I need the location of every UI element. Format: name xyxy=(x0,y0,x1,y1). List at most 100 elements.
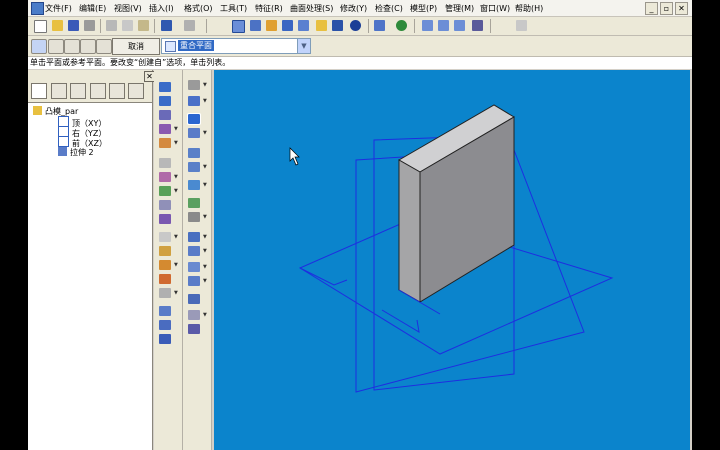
part-icon[interactable] xyxy=(332,20,343,31)
menu-features[interactable]: 特征(R) xyxy=(255,3,283,14)
sweep-icon[interactable] xyxy=(159,274,171,284)
zoom-icon[interactable] xyxy=(438,20,449,31)
variable-icon[interactable] xyxy=(188,324,200,334)
menu-insert[interactable]: 插入(I) xyxy=(149,3,174,14)
dropdown-icon[interactable]: ▼ xyxy=(203,180,207,190)
protrusion-icon[interactable] xyxy=(159,82,171,92)
curve-icon[interactable] xyxy=(188,180,200,190)
cancel-button[interactable]: 取消 xyxy=(112,38,160,55)
tab-variables[interactable] xyxy=(128,83,144,99)
tab-feature-tree[interactable] xyxy=(31,83,47,99)
copy-icon[interactable] xyxy=(122,20,133,31)
constraint-icon[interactable] xyxy=(188,294,200,304)
minimize-button[interactable]: _ xyxy=(645,2,658,15)
dropdown-icon[interactable]: ▼ xyxy=(203,80,207,90)
display-icon[interactable] xyxy=(374,20,385,31)
menu-tools[interactable]: 工具(T) xyxy=(220,3,247,14)
step-3-icon[interactable] xyxy=(64,39,80,54)
coincident-plane-icon[interactable] xyxy=(187,113,201,125)
coordinate-system-icon[interactable] xyxy=(188,162,200,172)
split-icon[interactable] xyxy=(159,288,171,298)
dropdown-icon[interactable]: ▼ xyxy=(203,246,207,256)
fit-icon[interactable] xyxy=(454,20,465,31)
cut-icon[interactable] xyxy=(106,20,117,31)
redo-icon[interactable] xyxy=(184,20,195,31)
point-icon[interactable] xyxy=(188,212,200,222)
view-icon[interactable] xyxy=(282,20,293,31)
surface-icon[interactable] xyxy=(188,198,200,208)
dropdown-icon[interactable]: ▼ xyxy=(174,138,178,148)
family-icon[interactable] xyxy=(159,334,171,344)
dropdown-icon[interactable]: ▼ xyxy=(174,124,178,134)
menu-edit[interactable]: 编辑(E) xyxy=(79,3,106,14)
step-5-icon[interactable] xyxy=(96,39,112,54)
dropdown-icon[interactable]: ▼ xyxy=(174,232,178,242)
cutout-icon[interactable] xyxy=(159,110,171,120)
dropdown-icon[interactable]: ▼ xyxy=(174,186,178,196)
dropdown-icon[interactable]: ▼ xyxy=(203,212,207,222)
tab-sensors[interactable] xyxy=(109,83,125,99)
undo-icon[interactable] xyxy=(161,20,172,31)
view-orient-icon[interactable] xyxy=(298,20,309,31)
menu-manage[interactable]: 管理(M) xyxy=(445,3,474,14)
part-copy-icon[interactable] xyxy=(159,306,171,316)
dropdown-icon[interactable]: ▼ xyxy=(203,310,207,320)
rib-icon[interactable] xyxy=(159,186,171,196)
plane-tool-icon[interactable] xyxy=(188,96,200,106)
loft-icon[interactable] xyxy=(159,260,171,270)
dropdown-icon[interactable]: ▼ xyxy=(174,288,178,298)
dropdown-icon[interactable]: ▼ xyxy=(174,172,178,182)
menu-view[interactable]: 视图(V) xyxy=(114,3,142,14)
sketch-tool-icon[interactable] xyxy=(266,20,277,31)
thread-icon[interactable] xyxy=(159,214,171,224)
mirror-icon[interactable] xyxy=(159,246,171,256)
graphics-window[interactable] xyxy=(214,70,690,450)
revolve-icon[interactable] xyxy=(159,96,171,106)
dropdown-icon[interactable]: ▼ xyxy=(203,162,207,172)
tab-layers[interactable] xyxy=(51,83,67,99)
tab-library[interactable] xyxy=(90,83,106,99)
menu-format[interactable]: 格式(O) xyxy=(184,3,213,14)
restore-button[interactable]: ▫ xyxy=(660,2,673,15)
model-view[interactable] xyxy=(214,70,690,450)
options-icon[interactable] xyxy=(516,20,527,31)
menu-modify[interactable]: 修改(Y) xyxy=(340,3,367,14)
dropdown-icon[interactable]: ▼ xyxy=(174,260,178,270)
print-icon[interactable] xyxy=(84,20,95,31)
intersection-icon[interactable] xyxy=(188,232,200,242)
close-button[interactable]: ✕ xyxy=(675,2,688,15)
chevron-down-icon[interactable]: ▼ xyxy=(297,39,310,53)
select-arrow-icon[interactable] xyxy=(188,80,200,90)
app-icon[interactable] xyxy=(31,2,44,15)
menu-model[interactable]: 模型(P) xyxy=(410,3,437,14)
analyze-icon[interactable] xyxy=(188,276,200,286)
new-file-icon[interactable] xyxy=(34,20,47,33)
pattern-icon[interactable] xyxy=(159,232,171,242)
dropdown-icon[interactable]: ▼ xyxy=(203,128,207,138)
menu-surfacing[interactable]: 曲面处理(S) xyxy=(290,3,333,14)
select-tool-icon[interactable] xyxy=(232,20,245,33)
thin-wall-icon[interactable] xyxy=(159,200,171,210)
chamfer-icon[interactable] xyxy=(159,158,171,168)
light-icon[interactable] xyxy=(316,20,327,31)
step-2-icon[interactable] xyxy=(48,39,64,54)
plane-select[interactable]: 重合平面 ▼ xyxy=(161,38,311,54)
dropdown-icon[interactable]: ▼ xyxy=(203,232,207,242)
zoom-area-icon[interactable] xyxy=(422,20,433,31)
dropdown-icon[interactable]: ▼ xyxy=(203,96,207,106)
round-icon[interactable] xyxy=(159,138,171,148)
tab-features[interactable] xyxy=(70,83,86,99)
axis-icon[interactable] xyxy=(188,148,200,158)
projection-icon[interactable] xyxy=(188,246,200,256)
draft-icon[interactable] xyxy=(159,172,171,182)
boolean-icon[interactable] xyxy=(159,320,171,330)
save-icon[interactable] xyxy=(68,20,79,31)
menu-inspect[interactable]: 检查(C) xyxy=(375,3,403,14)
open-file-icon[interactable] xyxy=(52,20,63,31)
hole-icon[interactable] xyxy=(159,124,171,134)
parallel-plane-icon[interactable] xyxy=(188,128,200,138)
plane-step-icon[interactable] xyxy=(31,39,47,54)
help-pointer-icon[interactable] xyxy=(472,20,483,31)
sketch-icon[interactable] xyxy=(250,20,261,31)
measure-icon[interactable] xyxy=(188,262,200,272)
